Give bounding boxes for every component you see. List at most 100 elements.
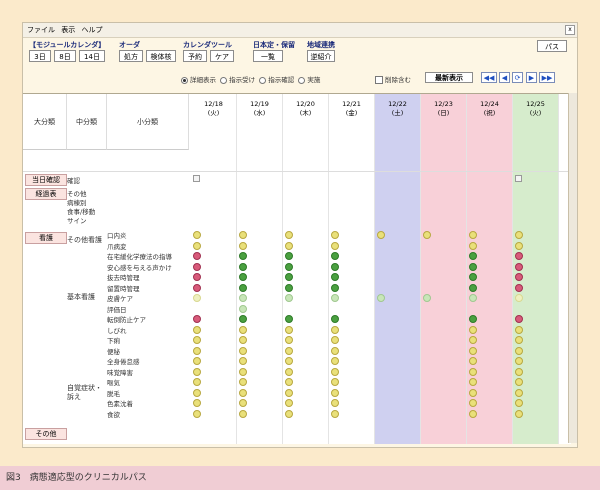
status-icon[interactable] <box>239 315 247 323</box>
status-icon[interactable] <box>515 367 523 376</box>
status-icon[interactable] <box>285 357 293 365</box>
status-icon[interactable] <box>515 378 523 386</box>
status-icon[interactable] <box>239 346 247 355</box>
status-icon[interactable] <box>239 357 247 365</box>
close-icon[interactable]: x <box>565 25 575 35</box>
status-icon[interactable] <box>469 315 477 323</box>
status-icon[interactable] <box>239 283 247 292</box>
status-icon[interactable] <box>469 378 477 386</box>
reservation-button[interactable]: 予約 <box>183 50 207 62</box>
status-icon[interactable] <box>515 231 523 239</box>
radio-detail[interactable]: 詳細表示 <box>181 76 216 84</box>
vertical-scrollbar[interactable] <box>568 93 577 443</box>
radio-receive[interactable]: 指示受け <box>220 76 255 84</box>
status-icon[interactable] <box>469 388 477 397</box>
status-icon[interactable] <box>239 231 247 239</box>
status-icon[interactable] <box>331 294 339 302</box>
menu-view[interactable]: 表示 <box>61 26 75 34</box>
status-icon[interactable] <box>239 262 247 271</box>
radio-confirm[interactable]: 指示確認 <box>259 76 294 84</box>
status-icon[interactable] <box>515 346 523 355</box>
status-icon[interactable] <box>285 336 293 344</box>
status-icon[interactable] <box>285 294 293 302</box>
status-icon[interactable] <box>423 231 431 239</box>
status-icon[interactable] <box>285 241 293 250</box>
status-icon[interactable] <box>515 409 523 418</box>
include-deleted-checkbox[interactable] <box>375 76 383 84</box>
status-icon[interactable] <box>515 252 523 260</box>
status-icon[interactable] <box>193 252 201 260</box>
status-icon[interactable] <box>285 315 293 323</box>
status-icon[interactable] <box>193 294 201 302</box>
status-icon[interactable] <box>469 241 477 250</box>
status-icon[interactable] <box>285 262 293 271</box>
status-icon[interactable] <box>193 409 201 418</box>
status-icon[interactable] <box>469 409 477 418</box>
list-button[interactable]: 一覧 <box>253 50 283 62</box>
status-icon[interactable] <box>331 325 339 334</box>
status-icon[interactable] <box>239 304 247 313</box>
include-deleted[interactable]: 削除含む <box>375 74 411 84</box>
status-icon[interactable] <box>331 336 339 344</box>
status-icon[interactable] <box>331 231 339 239</box>
status-icon[interactable] <box>285 378 293 386</box>
status-icon[interactable] <box>469 262 477 271</box>
reverse-referral-button[interactable]: 逆紹介 <box>307 50 335 62</box>
status-icon[interactable] <box>239 336 247 344</box>
status-icon[interactable] <box>285 252 293 260</box>
status-icon[interactable] <box>331 367 339 376</box>
calendar-3day-button[interactable]: 3日 <box>29 50 51 62</box>
status-icon[interactable] <box>239 294 247 302</box>
status-icon[interactable] <box>239 367 247 376</box>
confirm-checkbox[interactable] <box>193 175 200 182</box>
status-icon[interactable] <box>239 273 247 281</box>
status-icon[interactable] <box>377 231 385 239</box>
calendar-14day-button[interactable]: 14日 <box>79 50 105 62</box>
status-icon[interactable] <box>193 378 201 386</box>
last-page-icon[interactable]: ▶▶ <box>539 72 555 83</box>
status-icon[interactable] <box>515 241 523 250</box>
status-icon[interactable] <box>193 336 201 344</box>
status-icon[interactable] <box>239 252 247 260</box>
status-icon[interactable] <box>515 273 523 281</box>
status-icon[interactable] <box>331 241 339 250</box>
status-icon[interactable] <box>469 231 477 239</box>
status-icon[interactable] <box>469 283 477 292</box>
status-icon[interactable] <box>515 315 523 323</box>
status-icon[interactable] <box>331 315 339 323</box>
status-icon[interactable] <box>331 346 339 355</box>
status-icon[interactable] <box>423 294 431 302</box>
status-icon[interactable] <box>193 367 201 376</box>
status-icon[interactable] <box>285 325 293 334</box>
status-icon[interactable] <box>515 283 523 292</box>
status-icon[interactable] <box>515 388 523 397</box>
status-icon[interactable] <box>331 273 339 281</box>
next-page-icon[interactable]: ▶ <box>526 72 537 83</box>
status-icon[interactable] <box>285 231 293 239</box>
status-icon[interactable] <box>193 283 201 292</box>
status-icon[interactable] <box>285 388 293 397</box>
status-icon[interactable] <box>469 273 477 281</box>
status-icon[interactable] <box>515 336 523 344</box>
status-icon[interactable] <box>193 241 201 250</box>
refresh-icon[interactable]: ⟳ <box>512 72 523 83</box>
first-page-icon[interactable]: ◀◀ <box>481 72 497 83</box>
status-icon[interactable] <box>331 262 339 271</box>
status-icon[interactable] <box>285 367 293 376</box>
status-icon[interactable] <box>193 346 201 355</box>
status-icon[interactable] <box>469 346 477 355</box>
status-icon[interactable] <box>469 325 477 334</box>
status-icon[interactable] <box>239 325 247 334</box>
status-icon[interactable] <box>285 409 293 418</box>
status-icon[interactable] <box>331 409 339 418</box>
prev-page-icon[interactable]: ◀ <box>499 72 510 83</box>
status-icon[interactable] <box>193 357 201 365</box>
status-icon[interactable] <box>239 399 247 407</box>
status-icon[interactable] <box>515 399 523 407</box>
status-icon[interactable] <box>193 231 201 239</box>
status-icon[interactable] <box>285 283 293 292</box>
status-icon[interactable] <box>239 388 247 397</box>
status-icon[interactable] <box>469 399 477 407</box>
status-icon[interactable] <box>515 325 523 334</box>
status-icon[interactable] <box>285 346 293 355</box>
